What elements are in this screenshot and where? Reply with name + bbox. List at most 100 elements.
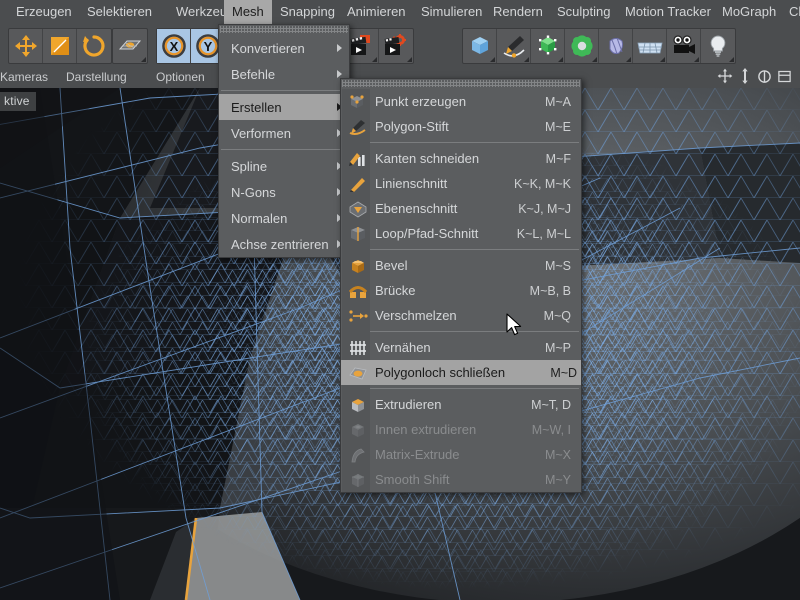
workplane-tool-icon[interactable] — [113, 29, 147, 63]
plane-cut-icon — [345, 198, 371, 220]
menu-item-shortcut: M~S — [544, 258, 571, 273]
viewport-name-label: ktive — [0, 92, 36, 111]
light-object-icon[interactable] — [701, 29, 735, 63]
menu-item-kanten-schneiden[interactable]: Kanten schneiden M~F — [341, 146, 581, 171]
loop-path-cut-icon — [345, 223, 371, 245]
menu-item-shortcut: K~L, M~L — [516, 226, 571, 241]
menu-item-smooth-shift: Smooth Shift M~Y — [341, 467, 581, 492]
smooth-shift-icon — [345, 469, 371, 491]
menu-item-punkt-erzeugen[interactable]: Punkt erzeugen M~A — [341, 89, 581, 114]
menubar-item-motion-tracker[interactable]: Motion Tracker — [617, 0, 719, 24]
menu-item-brücke[interactable]: Brücke M~B, B — [341, 278, 581, 303]
menu-separator — [343, 388, 579, 389]
svg-text:X: X — [169, 39, 178, 54]
menu-item-label: Bevel — [375, 258, 408, 273]
menu-item-bevel[interactable]: Bevel M~S — [341, 253, 581, 278]
menu-item-ebenenschnitt[interactable]: Ebenenschnitt K~J, M~J — [341, 196, 581, 221]
axis-x-lock-icon[interactable]: X — [157, 29, 191, 63]
menubar-item-mesh[interactable]: Mesh — [224, 0, 272, 24]
create-point-icon — [345, 91, 371, 113]
menu-item-shortcut: K~J, M~J — [518, 201, 571, 216]
spline-pen-icon[interactable] — [497, 29, 531, 63]
submenu-arrow-icon — [337, 44, 342, 52]
menu-item-label: Linienschnitt — [375, 176, 448, 191]
menu-item-label: Befehle — [231, 66, 276, 82]
menu-item-label: Ebenenschnitt — [375, 201, 458, 216]
menu-item-befehle[interactable]: Befehle — [219, 61, 349, 87]
svg-text:Y: Y — [203, 39, 212, 54]
menu-item-normalen[interactable]: Normalen — [219, 205, 349, 231]
submenu-arrow-icon — [337, 70, 342, 78]
menu-item-verschmelzen[interactable]: Verschmelzen M~Q — [341, 303, 581, 328]
menu-item-linienschnitt[interactable]: Linienschnitt K~K, M~K — [341, 171, 581, 196]
deformer-icon[interactable] — [565, 29, 599, 63]
rotate-view-icon[interactable] — [757, 69, 772, 89]
menu-item-label: Extrudieren — [375, 397, 442, 412]
menu-item-label: Vernähen — [375, 340, 431, 355]
toolgroup-render — [344, 28, 414, 64]
menu-item-label: Loop/Pfad-Schnitt — [375, 226, 479, 241]
menubar-item-rendern[interactable]: Rendern — [485, 0, 551, 24]
viewport-menu-optionen[interactable]: Optionen — [156, 66, 205, 88]
line-cut-icon — [345, 173, 371, 195]
menu-item-label: Kanten schneiden — [375, 151, 480, 166]
menubar-item-sculpting[interactable]: Sculpting — [549, 0, 618, 24]
render-view-icon[interactable] — [345, 29, 379, 63]
menubar-item-simulieren[interactable]: Simulieren — [413, 0, 490, 24]
menu-item-label: Verschmelzen — [375, 308, 457, 323]
field-icon[interactable] — [599, 29, 633, 63]
menubar-item-mograph[interactable]: MoGraph — [714, 0, 784, 24]
erstellen-submenu: Punkt erzeugen M~A Polygon-Stift M~E Kanten … — [340, 78, 582, 493]
close-hole-icon — [345, 362, 371, 384]
submenu-grip-handle[interactable] — [342, 80, 580, 87]
viewport-nav-icons — [717, 68, 792, 89]
menu-item-label: Konvertieren — [231, 40, 305, 56]
menu-item-verformen[interactable]: Verformen — [219, 120, 349, 146]
main-menu-bar: Erzeugen Selektieren Werkzeuge Mesh Snapping… — [0, 0, 800, 24]
camera-view-icon[interactable] — [777, 69, 792, 89]
menu-grip-handle[interactable] — [220, 26, 348, 33]
generator-icon[interactable] — [531, 29, 565, 63]
move-view-icon[interactable] — [717, 68, 733, 89]
menu-item-label: Smooth Shift — [375, 472, 450, 487]
menu-item-polygon-stift[interactable]: Polygon-Stift M~E — [341, 114, 581, 139]
menu-item-vernähen[interactable]: Vernähen M~P — [341, 335, 581, 360]
menu-item-loop-pfad-schnitt[interactable]: Loop/Pfad-Schnitt K~L, M~L — [341, 221, 581, 246]
viewport-menu-kameras[interactable]: Kameras — [0, 66, 48, 88]
menu-item-label: Innen extrudieren — [375, 422, 477, 437]
toolgroup-transform — [8, 28, 112, 64]
viewport-menu-darstellung[interactable]: Darstellung — [66, 66, 127, 88]
zoom-view-icon[interactable] — [738, 68, 752, 89]
scale-tool-icon[interactable] — [43, 29, 77, 63]
mesh-menu-rows: Konvertieren Befehle Erstellen Verformen Spl… — [219, 35, 349, 257]
rotate-tool-icon[interactable] — [77, 29, 111, 63]
menu-item-innen-extrudieren: Innen extrudieren M~W, I — [341, 417, 581, 442]
menubar-item-erzeugen[interactable]: Erzeugen — [8, 0, 80, 24]
bevel-icon — [345, 255, 371, 277]
menu-item-spline[interactable]: Spline — [219, 153, 349, 179]
menu-item-achse-zentrieren[interactable]: Achse zentrieren — [219, 231, 349, 257]
render-settings-icon[interactable] — [379, 29, 413, 63]
move-tool-icon[interactable] — [9, 29, 43, 63]
menubar-item-cha[interactable]: Cha — [781, 0, 800, 24]
menubar-item-snapping[interactable]: Snapping — [272, 0, 343, 24]
menu-item-label: Brücke — [375, 283, 416, 298]
environment-icon[interactable] — [633, 29, 667, 63]
extrude-icon — [345, 394, 371, 416]
menubar-item-animieren[interactable]: Animieren — [339, 0, 414, 24]
menu-item-polygonloch-schließen[interactable]: Polygonloch schließen M~D — [341, 360, 581, 385]
cube-primitive-icon[interactable] — [463, 29, 497, 63]
menu-item-shortcut: M~E — [544, 119, 571, 134]
menu-item-erstellen[interactable]: Erstellen — [219, 94, 349, 120]
polygon-pen-icon — [345, 116, 371, 138]
menubar-item-selektieren[interactable]: Selektieren — [79, 0, 160, 24]
menu-item-shortcut: M~T, D — [531, 397, 571, 412]
matrix-extrude-icon — [345, 444, 371, 466]
menu-item-label: Polygon-Stift — [375, 119, 449, 134]
camera-object-icon[interactable] — [667, 29, 701, 63]
menu-item-extrudieren[interactable]: Extrudieren M~T, D — [341, 392, 581, 417]
menu-item-n-gons[interactable]: N-Gons — [219, 179, 349, 205]
menu-item-konvertieren[interactable]: Konvertieren — [219, 35, 349, 61]
stitch-sew-icon — [345, 337, 371, 359]
menu-item-shortcut: M~A — [544, 94, 571, 109]
